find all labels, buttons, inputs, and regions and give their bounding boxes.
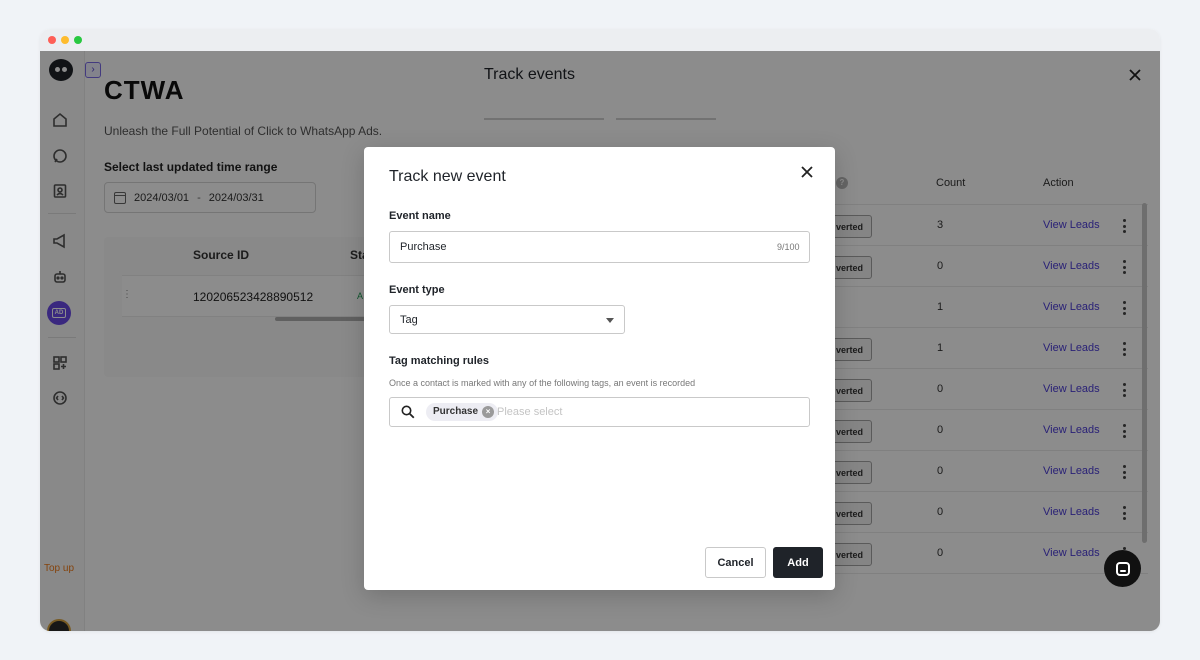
event-type-label: Event type: [389, 284, 445, 296]
add-button[interactable]: Add: [773, 547, 823, 578]
tag-placeholder: Please select: [497, 406, 563, 418]
window-maximize-dot[interactable]: [74, 36, 82, 44]
caret-down-icon: [606, 318, 614, 323]
track-new-event-modal: Track new event Event name 9/100 Event t…: [364, 147, 835, 590]
tag-rules-label: Tag matching rules: [389, 355, 490, 367]
chat-bubble-icon: [1115, 561, 1130, 576]
modal-title: Track new event: [389, 168, 506, 185]
selected-tag-label: Purchase: [433, 406, 479, 417]
event-type-select[interactable]: Tag: [389, 305, 625, 334]
character-counter: 9/100: [777, 242, 800, 252]
chat-support-button[interactable]: [1104, 550, 1141, 587]
window-close-dot[interactable]: [48, 36, 56, 44]
event-name-input[interactable]: [389, 231, 810, 263]
app-content: AD Top up › CTWA Unleash the Full Potent…: [40, 51, 1160, 631]
window-titlebar: [40, 29, 1160, 51]
tag-select-input[interactable]: Purchase × Please select: [389, 397, 810, 427]
cancel-button[interactable]: Cancel: [705, 547, 766, 578]
close-icon[interactable]: [799, 164, 815, 180]
window-minimize-dot[interactable]: [61, 36, 69, 44]
event-type-value: Tag: [400, 313, 418, 326]
event-name-label: Event name: [389, 210, 451, 222]
search-icon: [401, 405, 415, 419]
app-window: AD Top up › CTWA Unleash the Full Potent…: [40, 29, 1160, 631]
tag-rules-help: Once a contact is marked with any of the…: [389, 378, 696, 388]
selected-tag-chip: Purchase ×: [426, 403, 499, 421]
remove-tag-icon[interactable]: ×: [482, 406, 495, 418]
